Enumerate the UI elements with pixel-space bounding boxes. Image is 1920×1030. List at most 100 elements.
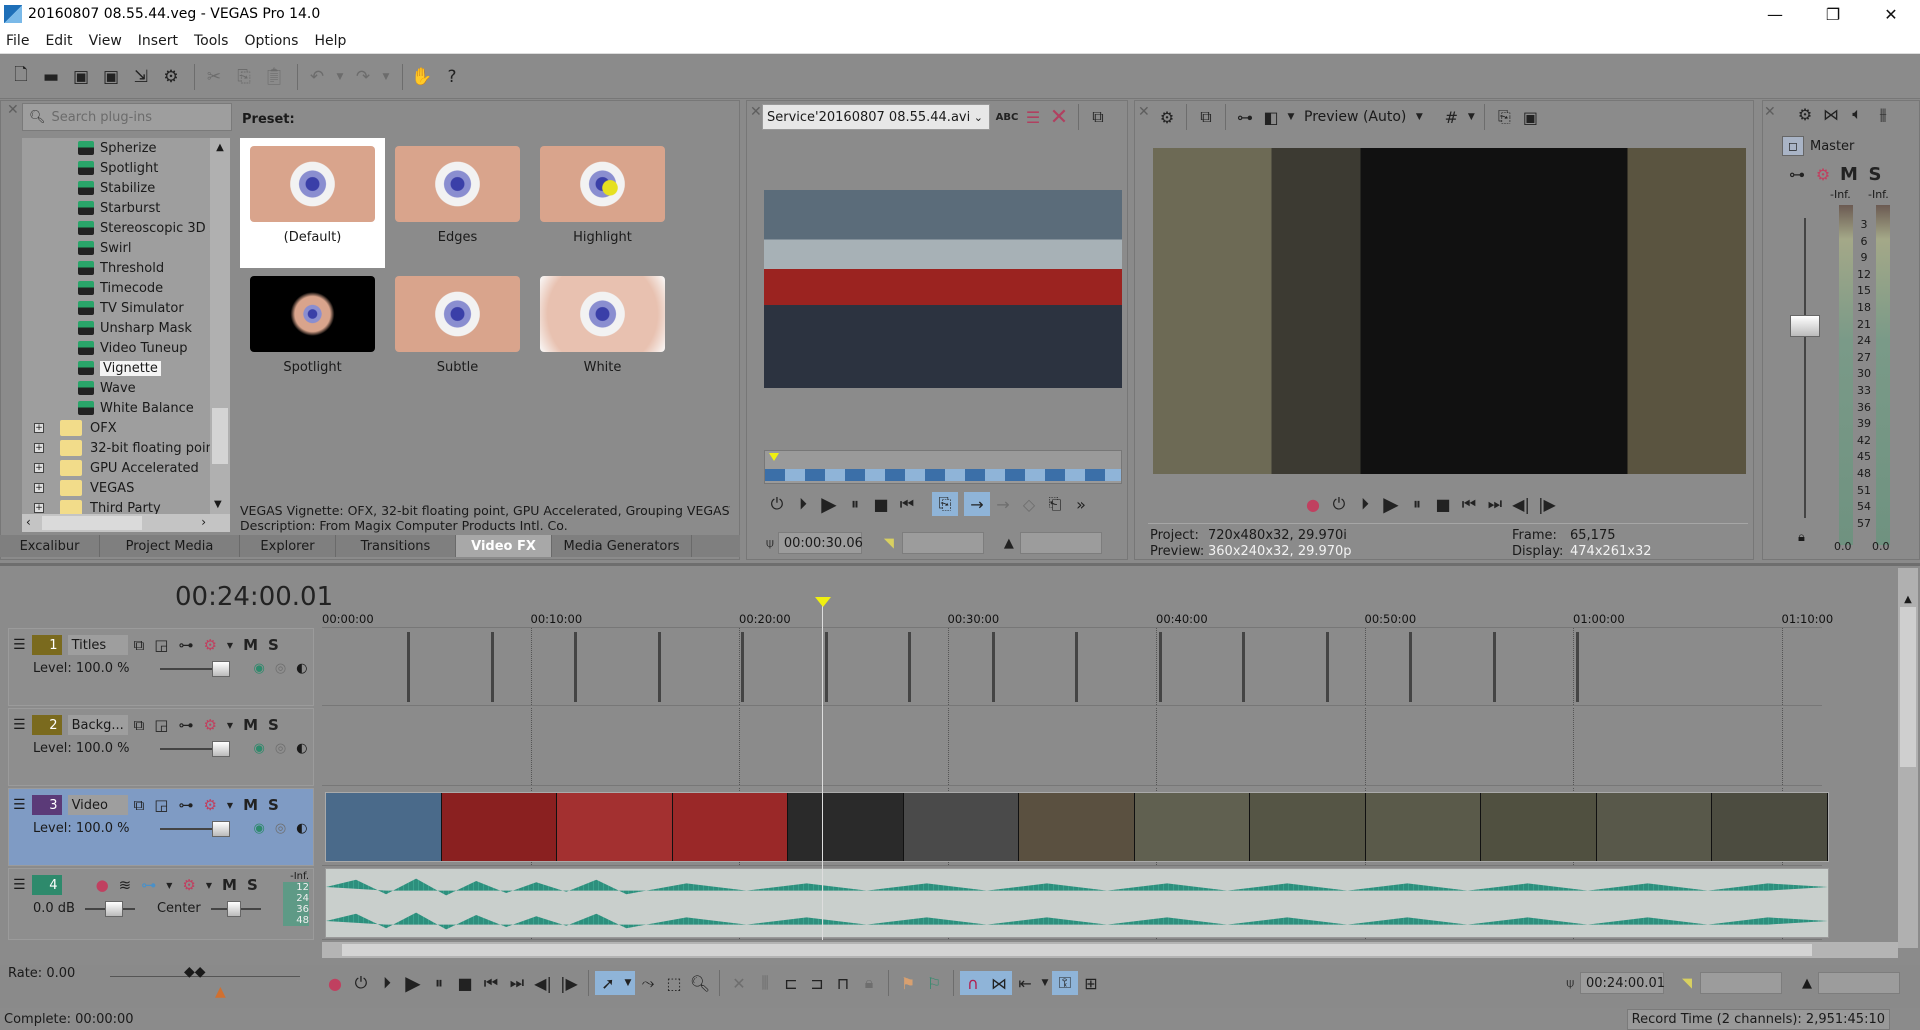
- preset-thumbnail[interactable]: White: [530, 268, 675, 398]
- tree-item[interactable]: Timecode: [22, 278, 230, 298]
- stop-icon[interactable]: ■: [452, 971, 478, 995]
- level-slider[interactable]: [159, 820, 230, 837]
- make-compositing-parent-icon[interactable]: ◎: [275, 741, 286, 756]
- mute-button[interactable]: M: [243, 796, 258, 814]
- redo-icon[interactable]: ↷: [350, 64, 376, 90]
- title-event[interactable]: [1325, 632, 1329, 702]
- mixer-icon[interactable]: ⫵: [1870, 102, 1896, 126]
- tab-explorer[interactable]: Explorer: [240, 535, 336, 557]
- track-fx-icon[interactable]: ⚙: [203, 636, 216, 654]
- time-ruler[interactable]: 00:00:00 00:10:00 00:20:00 00:30:00 00:40:00…: [322, 600, 1833, 628]
- preview-properties-icon[interactable]: ⚙: [1154, 105, 1180, 129]
- trim-start-icon[interactable]: ⊏: [778, 971, 804, 995]
- tree-item[interactable]: Unsharp Mask: [22, 318, 230, 338]
- title-event[interactable]: [490, 632, 494, 702]
- make-compositing-parent-icon[interactable]: ◎: [275, 661, 286, 676]
- external-monitor-icon[interactable]: ⧉: [1085, 105, 1111, 129]
- solo-button[interactable]: S: [268, 796, 279, 814]
- solo-button[interactable]: S: [268, 716, 279, 734]
- title-event[interactable]: [908, 632, 911, 702]
- paste-icon[interactable]: 📋︎: [261, 64, 287, 90]
- save-as-icon[interactable]: ▣: [98, 64, 124, 90]
- invert-phase-icon[interactable]: ≋: [119, 876, 132, 894]
- redo-dropdown-icon[interactable]: ▼: [380, 64, 392, 90]
- properties-icon[interactable]: ⚙: [158, 64, 184, 90]
- title-event[interactable]: [1075, 632, 1078, 702]
- trim-icon[interactable]: ⫼: [752, 971, 778, 995]
- make-compositing-child-icon[interactable]: ◉: [254, 821, 265, 836]
- solo-button[interactable]: S: [247, 876, 258, 894]
- insert-marker-icon[interactable]: ⚑: [895, 971, 921, 995]
- title-event[interactable]: [1158, 632, 1162, 702]
- compositing-parent-icon[interactable]: ◐: [296, 821, 307, 836]
- track-minimize-icon[interactable]: ☰: [13, 877, 26, 893]
- next-frame-icon[interactable]: |▶︎: [1534, 492, 1560, 516]
- tab-excalibur[interactable]: Excalibur: [0, 535, 100, 557]
- scroll-thumb[interactable]: [1900, 607, 1916, 767]
- minimize-icon[interactable]: —: [1746, 0, 1804, 28]
- bypass-motion-blur-icon[interactable]: ⧉: [134, 716, 145, 734]
- go-to-start-icon[interactable]: ⏮: [1456, 492, 1482, 516]
- pause-icon[interactable]: ⏸: [1404, 492, 1430, 516]
- undo-dropdown-icon[interactable]: ▼: [334, 64, 346, 90]
- lock-envelopes-icon[interactable]: ⚿: [1052, 971, 1078, 995]
- timeline-selection-length[interactable]: [1818, 972, 1900, 994]
- mute-button[interactable]: M: [243, 716, 258, 734]
- save-snapshot-icon[interactable]: ▣: [1517, 105, 1543, 129]
- track-motion-icon[interactable]: ⊶: [178, 716, 193, 734]
- clear-list-icon[interactable]: ☰: [1020, 105, 1046, 129]
- ignore-grouping-icon[interactable]: ⊞: [1078, 971, 1104, 995]
- tree-item[interactable]: Spherize: [22, 138, 230, 158]
- new-icon[interactable]: 🗋: [8, 64, 34, 90]
- scroll-up-icon[interactable]: ▲: [1898, 594, 1918, 605]
- help-icon[interactable]: ?: [439, 64, 465, 90]
- pause-icon[interactable]: ⏸: [426, 971, 452, 995]
- compositing-parent-icon[interactable]: ◐: [296, 661, 307, 676]
- insert-region-icon[interactable]: ⚐: [921, 971, 947, 995]
- preset-thumbnail[interactable]: Spotlight: [240, 268, 385, 398]
- timeline-vertical-scrollbar[interactable]: ▲: [1898, 568, 1918, 948]
- track-header[interactable]: ☰ 4 ● ≋ ⊶ ▼ ⚙ ▼ M S -Inf. 12 24 36 48 0.0 dB Center: [8, 868, 314, 940]
- go-to-end-icon[interactable]: ⏭: [1482, 492, 1508, 516]
- tree-item[interactable]: + Third Party: [22, 498, 230, 514]
- loop-icon[interactable]: ⏻: [348, 971, 374, 995]
- split-dropdown-icon[interactable]: ▼: [1284, 105, 1298, 129]
- ripple-dropdown-icon[interactable]: ▼: [1038, 971, 1052, 995]
- snapping-icon[interactable]: ∩: [960, 971, 986, 995]
- zoom-tool-icon[interactable]: 🔍︎: [687, 971, 713, 995]
- tree-item[interactable]: Vignette: [22, 358, 230, 378]
- lock-icon[interactable]: 🔒︎: [1798, 530, 1805, 545]
- quality-dropdown-icon[interactable]: ▼: [1412, 105, 1426, 129]
- insert-icon[interactable]: →: [964, 492, 990, 516]
- scroll-left-icon[interactable]: ‹: [26, 515, 31, 529]
- tree-item[interactable]: + VEGAS: [22, 478, 230, 498]
- master-fader-handle[interactable]: [1790, 315, 1820, 337]
- save-icon[interactable]: ▣: [68, 64, 94, 90]
- track-minimize-icon[interactable]: ☰: [13, 797, 26, 813]
- track-name[interactable]: Video: [67, 795, 128, 815]
- scroll-thumb[interactable]: [212, 408, 228, 464]
- trimmer-timeline[interactable]: [764, 450, 1122, 484]
- fx-dropdown-icon[interactable]: ▼: [227, 721, 233, 730]
- tree-item[interactable]: Swirl: [22, 238, 230, 258]
- preset-thumbnail[interactable]: Subtle: [385, 268, 530, 398]
- track-motion-icon[interactable]: ⊶: [178, 796, 193, 814]
- close-panel-icon[interactable]: ✕: [1764, 104, 1776, 120]
- preset-thumbnail[interactable]: Edges: [385, 138, 530, 268]
- tree-item[interactable]: Threshold: [22, 258, 230, 278]
- edit-tool-dropdown-icon[interactable]: ▼: [621, 971, 635, 995]
- split-icon[interactable]: ⊓: [830, 971, 856, 995]
- scroll-down-icon[interactable]: ▼: [214, 499, 222, 510]
- close-panel-icon[interactable]: ✕: [1138, 104, 1150, 120]
- overwrite-icon[interactable]: ⎗: [1042, 492, 1068, 516]
- lock-icon[interactable]: 🔒︎: [856, 971, 882, 995]
- automation-dropdown-icon[interactable]: ▼: [166, 881, 172, 890]
- compositing-mode-icon[interactable]: ◲: [154, 716, 168, 734]
- bypass-motion-blur-icon[interactable]: ⧉: [134, 636, 145, 654]
- split-screen-icon[interactable]: ◧: [1258, 105, 1284, 129]
- automation-icon[interactable]: ⊶: [1784, 162, 1810, 186]
- trimmer-video-frame[interactable]: [764, 190, 1122, 388]
- preset-thumbnail[interactable]: Highlight: [530, 138, 675, 268]
- pause-icon[interactable]: ⏸: [842, 492, 868, 516]
- title-event[interactable]: [407, 632, 410, 702]
